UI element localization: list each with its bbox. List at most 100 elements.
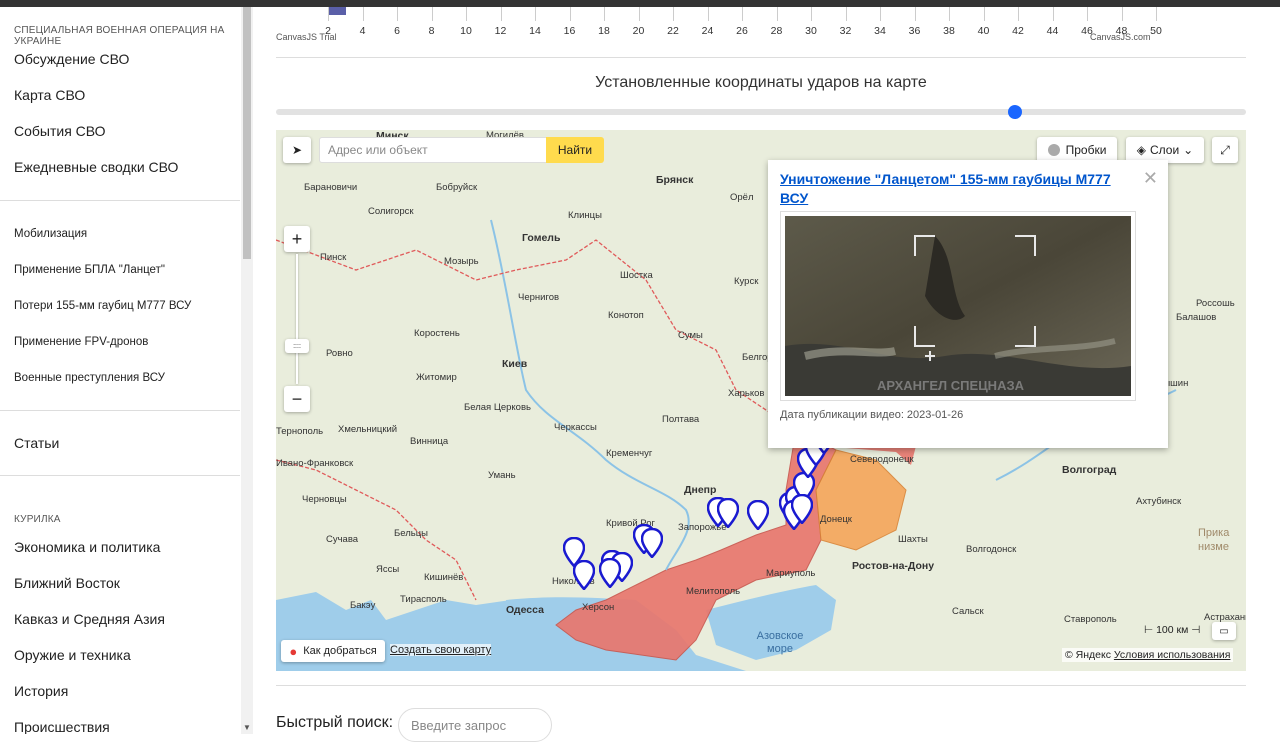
route-button[interactable]: ● Как добраться (281, 640, 385, 662)
region-label-line1: Прика (1198, 527, 1230, 539)
strike-marker-icon[interactable] (641, 528, 663, 558)
zoom-slider-handle[interactable]: :::: (285, 339, 309, 353)
axis-tick-label: 26 (736, 25, 748, 37)
city-label: Брянск (656, 174, 694, 186)
scrollbar-thumb[interactable] (243, 7, 251, 259)
map-pin-icon: ● (289, 643, 298, 659)
sidebar-item-mobilization[interactable]: Мобилизация (14, 228, 87, 240)
city-label: Волгодонск (966, 544, 1017, 555)
sidebar-divider (0, 200, 240, 201)
date-slider[interactable] (276, 105, 1246, 119)
city-label: Ростов-на-Дону (852, 560, 935, 572)
city-label: Конотоп (608, 310, 644, 321)
traffic-label: Пробки (1065, 143, 1107, 157)
sidebar-item-svo-map[interactable]: Карта СВО (14, 87, 85, 103)
slider-thumb[interactable] (1008, 105, 1022, 119)
axis-tick-label: 34 (874, 25, 886, 37)
city-label: Тернополь (276, 426, 324, 437)
city-label: Балашов (1176, 312, 1217, 323)
city-label: Белая Церковь (464, 402, 531, 413)
axis-tick-label: 36 (908, 25, 921, 37)
video-thumbnail[interactable]: АРХАНГЕЛ СПЕЦНАЗА (780, 211, 1136, 401)
axis-tick (914, 7, 916, 21)
section-divider (276, 685, 1246, 686)
city-label: Мозырь (444, 256, 479, 267)
sidebar-item-caucasus[interactable]: Кавказ и Средняя Азия (14, 611, 165, 627)
city-label: Гомель (522, 232, 561, 244)
terms-link[interactable]: Условия использования (1114, 649, 1231, 661)
zoom-in-button[interactable]: + (284, 226, 310, 252)
quick-search-input[interactable] (398, 708, 552, 742)
axis-tick (431, 7, 433, 21)
sidebar-item-svo-discussion[interactable]: Обсуждение СВО (14, 51, 129, 67)
layers-icon: ◈ (1136, 143, 1146, 157)
sidebar-item-fpv-drones[interactable]: Применение FPV-дронов (14, 336, 148, 348)
map-section-title: Установленные координаты ударов на карте (595, 74, 927, 91)
sidebar-item-war-crimes[interactable]: Военные преступления ВСУ (14, 372, 165, 384)
sidebar: СПЕЦИАЛЬНАЯ ВОЕННАЯ ОПЕРАЦИЯ НА УКРАИНЕ … (0, 7, 240, 734)
strike-marker-icon[interactable] (747, 500, 769, 530)
strike-marker-icon[interactable] (599, 558, 621, 588)
axis-tick-label: 14 (529, 25, 541, 37)
axis-tick-label: 22 (667, 25, 679, 37)
axis-tick (1121, 7, 1123, 21)
axis-tick-label: 28 (770, 25, 783, 37)
locate-icon[interactable]: ➤ (283, 137, 311, 163)
city-label: Сучава (326, 534, 359, 545)
axis-tick-label: 20 (632, 25, 645, 37)
ruler-icon[interactable]: ▭ (1212, 622, 1236, 640)
create-map-link[interactable]: Создать свою карту (390, 644, 492, 656)
axis-tick (1087, 7, 1088, 21)
sidebar-section-title-svo: СПЕЦИАЛЬНАЯ ВОЕННАЯ ОПЕРАЦИЯ НА УКРАИНЕ (14, 25, 225, 47)
city-label: Коростень (414, 328, 460, 339)
map-search-input[interactable] (319, 137, 547, 163)
city-label: Барановичи (304, 182, 358, 193)
axis-tick (569, 7, 571, 21)
sidebar-section-title-kurilka: КУРИЛКА (14, 514, 61, 525)
popup-video-link[interactable]: Уничтожение "Ланцетом" 155-мм гаубицы М7… (780, 170, 1130, 208)
city-label: Житомир (416, 372, 457, 383)
axis-tick-label: 24 (701, 25, 714, 37)
sidebar-item-incidents[interactable]: Происшествия (14, 719, 110, 734)
sidebar-item-articles[interactable]: Статьи (14, 435, 59, 451)
sidebar-item-m777-losses[interactable]: Потери 155-мм гаубиц М777 ВСУ (14, 300, 191, 312)
city-label: Винница (410, 436, 449, 447)
zoom-slider-track[interactable] (296, 254, 298, 384)
city-label: Ровно (326, 348, 353, 359)
axis-tick-label: 4 (359, 25, 366, 37)
sidebar-item-svo-events[interactable]: События СВО (14, 123, 106, 139)
sidebar-item-daily-reports[interactable]: Ежедневные сводки СВО (14, 159, 178, 175)
city-label: Херсон (582, 602, 615, 613)
fullscreen-icon[interactable]: ⤢ (1212, 137, 1238, 163)
close-icon[interactable]: ✕ (1143, 168, 1158, 189)
scroll-down-icon[interactable]: ▼ (243, 723, 251, 732)
sidebar-item-middle-east[interactable]: Ближний Восток (14, 575, 120, 591)
sidebar-scrollbar[interactable]: ▼ (241, 7, 253, 734)
city-label: Хмельницкий (338, 424, 398, 435)
city-label: Мариуполь (766, 568, 816, 579)
copyright-text: © Яндекс (1065, 649, 1111, 661)
map-search-button[interactable]: Найти (546, 137, 604, 163)
axis-tick (638, 7, 640, 21)
strike-marker-icon[interactable] (791, 494, 813, 524)
axis-tick-label: 12 (494, 25, 507, 37)
city-label: Солигорск (368, 206, 414, 217)
strike-marker-icon[interactable] (573, 560, 595, 590)
axis-tick (466, 7, 467, 21)
city-label: Ивано-Франковск (276, 458, 354, 469)
axis-tick (1156, 7, 1157, 21)
sidebar-item-history[interactable]: История (14, 683, 68, 699)
axis-tick-label: 48 (1115, 25, 1128, 37)
axis-tick (535, 7, 536, 21)
region-label-line2: низме (1198, 541, 1229, 553)
sidebar-item-lancet[interactable]: Применение БПЛА "Ланцет" (14, 264, 165, 276)
city-label: Мелитополь (686, 586, 741, 597)
axis-tick (1052, 7, 1054, 21)
sidebar-item-weapons[interactable]: Оружие и техника (14, 647, 131, 663)
axis-tick (673, 7, 674, 21)
city-label: Донецк (820, 514, 852, 525)
zoom-out-button[interactable]: − (284, 386, 310, 412)
axis-tick-label: 8 (428, 25, 435, 37)
sidebar-item-economy[interactable]: Экономика и политика (14, 539, 160, 555)
strike-marker-icon[interactable] (717, 498, 739, 528)
